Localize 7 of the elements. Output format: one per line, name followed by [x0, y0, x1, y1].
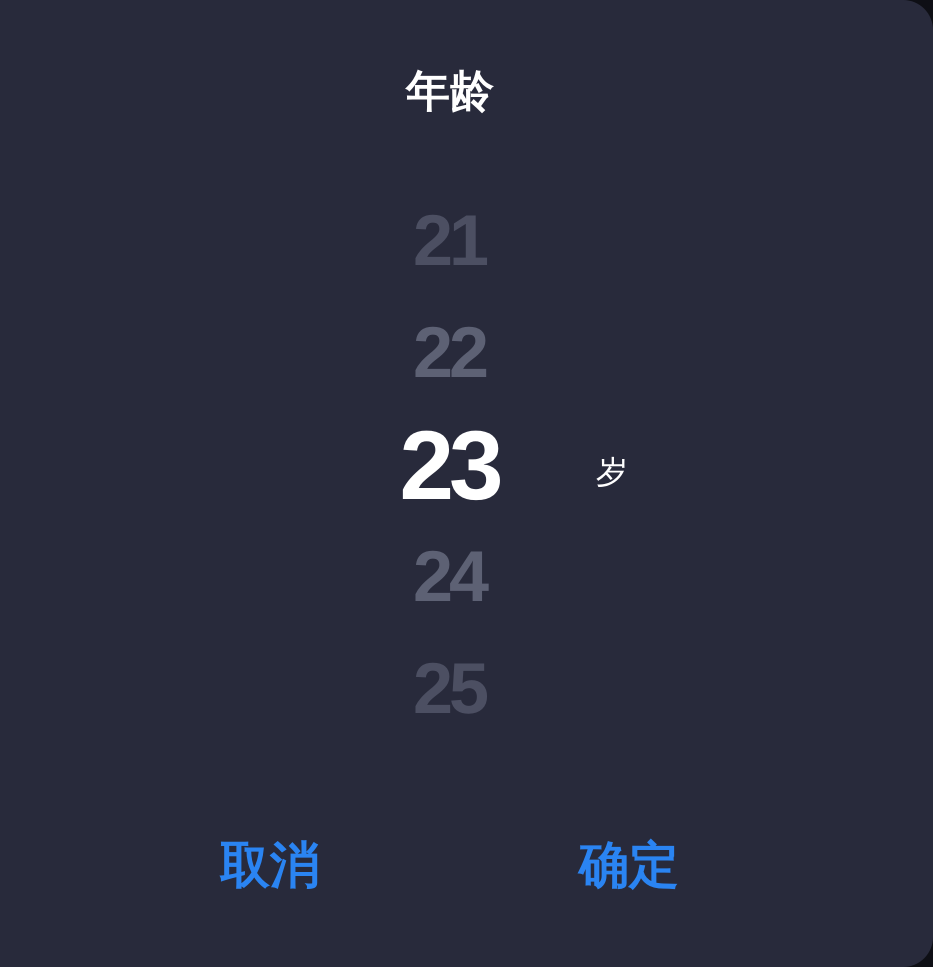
cancel-button[interactable]: 取消	[214, 830, 326, 900]
unit-label: 岁	[596, 452, 628, 492]
age-option[interactable]: 22	[410, 317, 490, 389]
age-option[interactable]: 23	[397, 416, 502, 514]
confirm-button[interactable]: 确定	[573, 830, 685, 900]
dialog-title: 年龄	[406, 65, 494, 119]
age-option[interactable]: 24	[410, 541, 490, 613]
